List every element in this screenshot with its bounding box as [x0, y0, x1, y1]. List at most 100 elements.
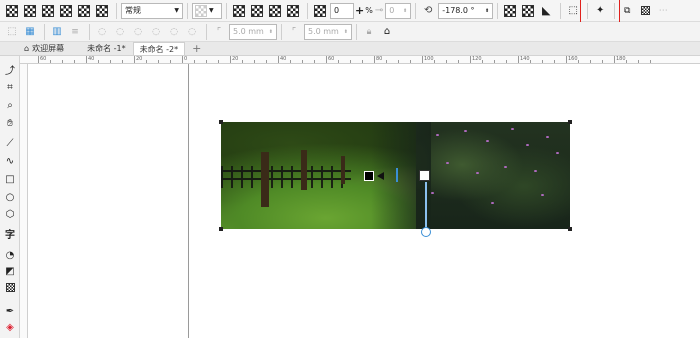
trim-icon[interactable]: ◌ — [112, 24, 128, 40]
shadow-tool-icon[interactable]: ◔ — [2, 248, 18, 262]
angle-value: -178.0 ° — [442, 6, 475, 15]
ruler-tick — [194, 60, 195, 63]
fountain-transparency-icon[interactable] — [40, 3, 56, 19]
transparency-none-icon[interactable] — [4, 3, 20, 19]
shape-tool-icon[interactable]: ⤴ — [2, 62, 18, 77]
merge-mode-select[interactable]: 常规 ▼ — [121, 2, 183, 19]
crop-tool-icon[interactable]: ⌗ — [2, 80, 18, 94]
apply-to-fill-icon[interactable]: ⧉ — [619, 3, 635, 19]
polygon-tool-icon[interactable]: ⬡ — [2, 207, 18, 221]
selection-handle[interactable] — [219, 227, 223, 231]
rectangle-tool-icon[interactable]: □ — [2, 172, 18, 186]
elliptical-fountain-icon[interactable] — [249, 3, 265, 19]
freehand-tool-icon[interactable]: ⟋ — [2, 136, 18, 150]
drawing-canvas[interactable] — [28, 64, 700, 338]
ruler-left[interactable] — [20, 64, 28, 338]
drop-shadow-icon[interactable]: ◩ — [2, 264, 18, 278]
ruler-label: 180 — [616, 56, 626, 62]
align-icon[interactable]: ≡ — [67, 24, 83, 40]
transparency-arrow-icon[interactable] — [377, 172, 384, 180]
fill-tool-icon[interactable]: ◈ — [2, 320, 18, 334]
fence — [221, 166, 351, 188]
ruler-tick — [470, 56, 471, 63]
selection-handle[interactable] — [568, 227, 572, 231]
pattern-transparency-icon[interactable] — [58, 3, 74, 19]
more-options-icon[interactable]: ⋯ — [655, 3, 671, 19]
stepper-icon: ⬍ — [268, 28, 273, 35]
transparency-start-node[interactable] — [364, 171, 374, 181]
ruler-tick — [110, 60, 111, 63]
bitmap-icon[interactable]: ⌂ — [379, 24, 395, 40]
free-scale-icon[interactable]: ⬚ — [565, 3, 581, 19]
transparency-midpoint-line[interactable] — [396, 168, 398, 182]
eyedropper-tool-icon[interactable]: ✒ — [2, 304, 18, 318]
lock-icon[interactable]: 🔒︎ — [361, 24, 377, 40]
front-minus-back-icon[interactable]: ◌ — [166, 24, 182, 40]
zoom-tool-icon[interactable]: ⌕ — [2, 98, 18, 112]
columns-icon[interactable]: ▥ — [49, 24, 65, 40]
ruler-tick — [434, 60, 435, 63]
percent-label: % — [365, 6, 373, 15]
transparency-end-node[interactable] — [419, 170, 430, 181]
ruler-tick — [206, 60, 207, 63]
ruler-tick — [230, 56, 231, 63]
tab-welcome[interactable]: ⌂ 欢迎屏幕 — [18, 42, 70, 55]
artistic-media-tool-icon[interactable]: ∿ — [2, 154, 18, 168]
linear-fountain-icon[interactable] — [231, 3, 247, 19]
transparency-picker[interactable]: ▼ — [192, 2, 222, 19]
add-node-icon[interactable]: + — [355, 4, 364, 17]
ruler-tick — [494, 60, 495, 63]
distance-input-1[interactable]: 5.0 mm ⬍ — [229, 23, 277, 40]
simplify-icon[interactable]: ◌ — [148, 24, 164, 40]
rectangular-fountain-icon[interactable] — [285, 3, 301, 19]
node-icon[interactable]: ⬚ — [4, 24, 20, 40]
select-all-nodes-icon[interactable]: ▦ — [22, 24, 38, 40]
ruler-tick — [278, 56, 279, 63]
selection-handle[interactable] — [568, 120, 572, 124]
tab-doc-1[interactable]: 未命名 -1* — [81, 42, 132, 55]
bitmap-pattern-icon[interactable] — [76, 3, 92, 19]
transparency-rotate-handle[interactable] — [421, 227, 431, 237]
ruler-tick — [362, 60, 363, 63]
mirror-tiles-icon[interactable] — [520, 3, 536, 19]
corel-app: 常规 ▼ ▼ 0 + % ⊸ 0 ⬍ ⟲ -178.0 ° ⬍ ◣ ⬚ ✦ ⧉ … — [0, 0, 700, 338]
freeze-transparency-icon[interactable] — [637, 3, 653, 19]
ruler-top[interactable]: 60 40 20 0 20 40 60 80 100 120 140 160 180 — [20, 56, 700, 64]
ruler-tick — [626, 60, 627, 63]
ruler-tick — [146, 60, 147, 63]
add-tab-icon[interactable]: + — [186, 42, 207, 55]
ruler-tick — [218, 60, 219, 63]
flip-corner-icon[interactable]: ◣ — [538, 3, 554, 19]
transparency-tool-icon[interactable] — [2, 280, 18, 294]
selection-handle[interactable] — [219, 120, 223, 124]
reverse-transparency-icon[interactable] — [502, 3, 518, 19]
texture-transparency-icon[interactable] — [94, 3, 110, 19]
distance-input-2[interactable]: 5.0 mm ⬍ — [304, 23, 352, 40]
conical-fountain-icon[interactable] — [267, 3, 283, 19]
pan-tool-icon[interactable]: ✋︎ — [2, 116, 18, 130]
angle-input[interactable]: -178.0 ° ⬍ — [438, 2, 494, 19]
back-minus-front-icon[interactable]: ◌ — [184, 24, 200, 40]
chevron-down-icon: ▼ — [209, 7, 214, 14]
ellipse-tool-icon[interactable]: ○ — [2, 190, 18, 204]
flower-bush-image — [416, 122, 570, 229]
ruler-tick — [506, 60, 507, 63]
uniform-transparency-icon[interactable] — [22, 3, 38, 19]
home-icon: ⌂ — [24, 44, 30, 53]
opacity-input[interactable]: 0 — [330, 2, 354, 19]
ruler-tick — [638, 60, 639, 63]
text-tool-icon[interactable]: 字 — [2, 226, 18, 241]
ruler-tick — [410, 60, 411, 63]
intersect-icon[interactable]: ◌ — [130, 24, 146, 40]
toolbox: ➤ ⤴ ⌗ ⌕ ✋︎ ⟋ ∿ □ ○ ⬡ 字 ◔ ◩ ✒ ◈ — [0, 42, 20, 338]
ruler-label: 160 — [568, 56, 578, 62]
node-transparency-icon[interactable] — [312, 3, 328, 19]
weld-icon[interactable]: ◌ — [94, 24, 110, 40]
rotate-icon[interactable]: ⟲ — [420, 3, 436, 19]
feather-input[interactable]: 0 ⬍ — [385, 2, 412, 19]
tab-doc-2[interactable]: 未命名 -2* — [132, 42, 186, 55]
ruler-tick — [446, 60, 447, 63]
corner-icon[interactable]: ⌜ — [286, 24, 302, 40]
round-corner-icon[interactable]: ⌜ — [211, 24, 227, 40]
ruler-label: 40 — [280, 56, 287, 62]
